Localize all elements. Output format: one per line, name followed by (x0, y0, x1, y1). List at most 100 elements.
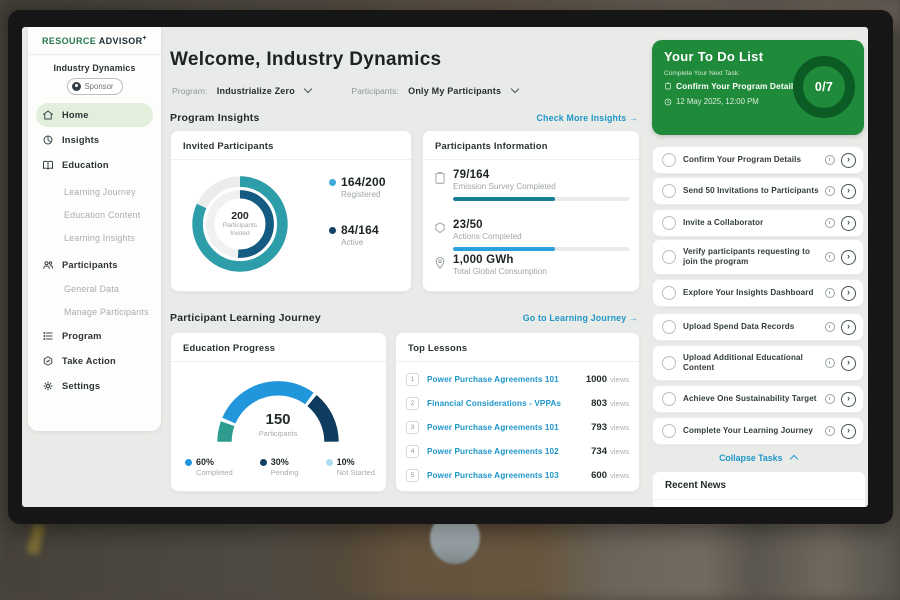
checkbox-icon[interactable] (662, 250, 676, 264)
home-icon (42, 109, 54, 121)
todo-next-task-label: Confirm Your Program Details (676, 81, 798, 91)
sidebar-item-education-content[interactable]: Education Content (28, 203, 161, 226)
todo-title: Your To Do List (664, 49, 763, 64)
program-insights-heading: Program Insights (170, 112, 260, 124)
learning-journey-heading: Participant Learning Journey (170, 312, 321, 324)
actions-completed-label: Actions Completed (453, 232, 629, 241)
sidebar-item-label: Home (62, 110, 89, 120)
chevron-right-button[interactable]: › (841, 356, 856, 371)
todo-item-explore-insights[interactable]: Explore Your Insights Dashboard › (652, 279, 864, 307)
checkbox-icon[interactable] (662, 216, 676, 230)
sidebar-item-manage-participants[interactable]: Manage Participants (28, 300, 161, 323)
sidebar-item-participants[interactable]: Participants (28, 252, 161, 277)
active-value: 84/164 (341, 223, 379, 237)
sidebar-item-general-data[interactable]: General Data (28, 277, 161, 300)
todo-item-achieve-sustainability-target[interactable]: Achieve One Sustainability Target › (652, 385, 864, 413)
todo-next-task: Confirm Your Program Details (664, 81, 798, 91)
survey-icon (433, 171, 447, 185)
program-filter[interactable]: Program: Industrialize Zero (172, 81, 311, 99)
lesson-views-count: 600 (591, 470, 607, 481)
invited-participants-card: Invited Participants 200 Participants In… (170, 130, 412, 292)
sidebar-item-label: Insights (62, 135, 99, 145)
sponsor-badge[interactable]: Sponsor (66, 78, 122, 95)
chevron-right-icon: › (847, 426, 850, 435)
gauge-participants-label: Participants (213, 429, 343, 438)
sidebar-item-home[interactable]: Home (36, 103, 153, 127)
todo-item-label: Complete Your Learning Journey (683, 426, 825, 436)
todo-item-label: Verify participants requesting to join t… (683, 247, 825, 267)
lesson-link[interactable]: Power Purchase Agreements 102 (427, 447, 591, 456)
chevron-right-button[interactable]: › (841, 216, 856, 231)
dashboard-screen: RESOURCE ADVISOR+ Industry Dynamics Spon… (22, 27, 868, 507)
completed-pct: 60% (196, 457, 214, 467)
card-divider (653, 499, 865, 500)
chevron-right-button[interactable]: › (841, 424, 856, 439)
sidebar-item-label: Learning Insights (64, 233, 135, 243)
check-more-insights-link[interactable]: Check More Insights → (502, 113, 638, 123)
todo-item-invite-collaborator[interactable]: Invite a Collaborator › (652, 209, 864, 237)
sidebar-item-take-action[interactable]: Take Action (28, 348, 161, 373)
checkbox-icon[interactable] (662, 153, 676, 167)
clock-icon (825, 288, 835, 298)
clock-icon (825, 394, 835, 404)
todo-item-upload-educational-content[interactable]: Upload Additional Educational Content › (652, 345, 864, 381)
sidebar-item-program[interactable]: Program (28, 323, 161, 348)
todo-item-upload-spend-data[interactable]: Upload Spend Data Records › (652, 313, 864, 341)
card-title: Invited Participants (183, 140, 273, 151)
lesson-row: 3 Power Purchase Agreements 101 793 view… (406, 417, 629, 437)
checkbox-icon[interactable] (662, 424, 676, 438)
chevron-right-button[interactable]: › (841, 184, 856, 199)
sidebar-item-label: Take Action (62, 356, 116, 366)
chevron-right-button[interactable]: › (841, 320, 856, 335)
emission-survey-value: 79/164 (453, 169, 629, 181)
sidebar-item-education[interactable]: Education (28, 152, 161, 177)
chevron-right-icon: › (847, 252, 850, 261)
logo-text-secondary: ADVISOR (99, 36, 143, 46)
consumption-label: Total Global Consumption (453, 267, 629, 276)
emission-survey-progressbar (453, 197, 629, 201)
chevron-right-button[interactable]: › (841, 153, 856, 168)
sidebar-item-insights[interactable]: Insights (28, 127, 161, 152)
chevron-right-button[interactable]: › (841, 286, 856, 301)
lesson-rank-badge: 3 (406, 421, 419, 434)
lesson-link[interactable]: Financial Considerations - VPPAs (427, 399, 591, 408)
lesson-views-suffix: views (610, 447, 629, 456)
collapse-tasks-label: Collapse Tasks (719, 453, 782, 463)
participants-filter[interactable]: Participants: Only My Participants (351, 81, 517, 99)
go-to-learning-journey-label: Go to Learning Journey (523, 313, 627, 323)
arrow-right-icon: → (629, 113, 638, 123)
sidebar: RESOURCE ADVISOR+ Industry Dynamics Spon… (28, 27, 161, 431)
checkbox-icon[interactable] (662, 392, 676, 406)
card-divider (171, 361, 386, 362)
sidebar-item-learning-journey[interactable]: Learning Journey (28, 180, 161, 203)
lesson-link[interactable]: Power Purchase Agreements 101 (427, 375, 586, 384)
todo-item-verify-participants[interactable]: Verify participants requesting to join t… (652, 239, 864, 275)
chevron-right-button[interactable]: › (841, 250, 856, 265)
page-title: Welcome, Industry Dynamics (170, 49, 441, 71)
actions-completed-row: 23/50 Actions Completed (433, 219, 629, 251)
pending-pct: 30% (271, 457, 289, 467)
chevron-right-button[interactable]: › (841, 392, 856, 407)
participants-information-card: Participants Information 79/164 Emission… (422, 130, 640, 292)
sidebar-item-learning-insights[interactable]: Learning Insights (28, 226, 161, 249)
collapse-tasks-link[interactable]: Collapse Tasks (652, 453, 864, 463)
lesson-views-suffix: views (610, 423, 629, 432)
sponsor-badge-icon (71, 82, 80, 91)
todo-item-complete-learning-journey[interactable]: Complete Your Learning Journey › (652, 417, 864, 445)
checkbox-icon[interactable] (662, 320, 676, 334)
sidebar-item-settings[interactable]: Settings (28, 373, 161, 398)
settings-icon (42, 380, 54, 392)
lesson-link[interactable]: Power Purchase Agreements 101 (427, 423, 591, 432)
lesson-link[interactable]: Power Purchase Agreements 103 (427, 471, 591, 480)
checkbox-icon[interactable] (662, 184, 676, 198)
program-filter-label: Program: (172, 86, 207, 96)
chevron-right-icon: › (847, 358, 850, 367)
chevron-right-icon: › (847, 288, 850, 297)
checkbox-icon[interactable] (662, 286, 676, 300)
todo-item-send-invitations[interactable]: Send 50 Invitations to Participants › (652, 177, 864, 205)
go-to-learning-journey-link[interactable]: Go to Learning Journey → (482, 313, 638, 323)
todo-item-confirm-program-details[interactable]: Confirm Your Program Details › (652, 146, 864, 174)
sidebar-item-label: Settings (62, 381, 100, 391)
lesson-views-suffix: views (610, 471, 629, 480)
checkbox-icon[interactable] (662, 356, 676, 370)
